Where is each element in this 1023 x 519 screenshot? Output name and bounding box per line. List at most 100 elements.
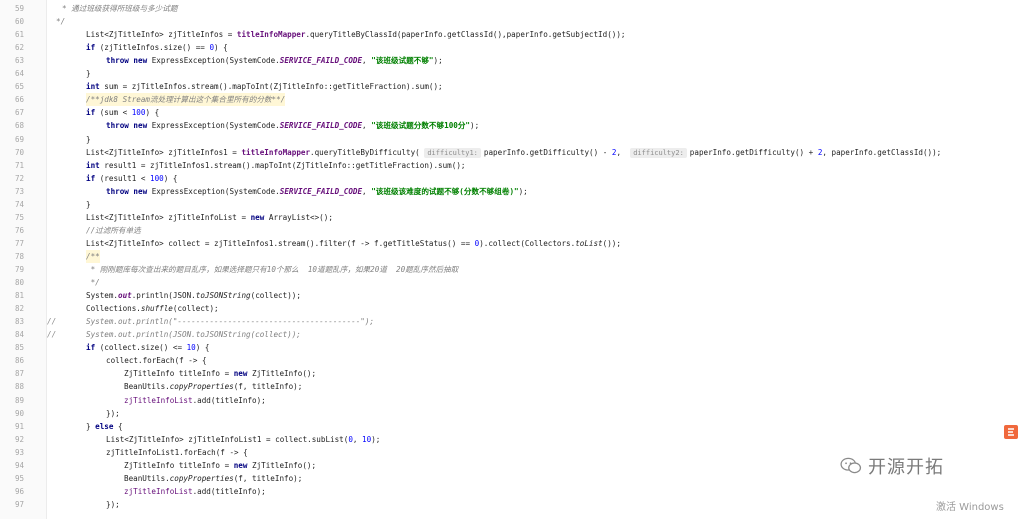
code-text: ZjTitleInfo titleInfo = new ZjTitleInfo(… [124,367,316,380]
code-token: out [118,291,132,301]
code-token: copyProperties [169,382,234,392]
line-number: 80 [14,278,24,288]
code-text: BeanUtils.copyProperties(f, titleInfo); [124,472,302,485]
code-line[interactable]: 89 zjTitleInfoList.add(titleInfo); [0,394,1023,407]
code-line[interactable]: 80 */ [0,276,1023,289]
code-token: ZjTitleInfo titleInfo = [124,369,234,379]
line-number: 81 [14,291,24,301]
code-line[interactable]: 85 if (collect.size() <= 10) { [0,341,1023,354]
code-line[interactable]: 87 ZjTitleInfo titleInfo = new ZjTitleInf… [0,367,1023,380]
code-line[interactable]: 83 // System.out.println("----------------… [0,315,1023,328]
code-token: ); [518,186,528,196]
code-token: }); [106,408,120,418]
code-token: 10 [186,343,196,353]
code-token: ) { [214,43,228,53]
code-token: paperInfo.getDifficulty() + [689,147,818,157]
code-text: Collections.shuffle(collect); [86,302,219,315]
code-line[interactable]: 86 collect.forEach(f -> { [0,354,1023,367]
code-token: * 通过班级获得所班级与多少试题 [62,4,178,13]
code-token: ZjTitleInfo(); [247,369,317,379]
code-text: zjTitleInfoList.add(titleInfo); [124,485,266,498]
code-token: new [233,369,248,379]
code-line[interactable]: 64} [0,67,1023,80]
code-token: { [113,421,123,431]
code-line[interactable]: 81 System.out.println(JSON.toJSONString(c… [0,289,1023,302]
code-text: int sum = zjTitleInfos.stream().mapToInt… [86,80,443,93]
code-text: System.out.println(JSON.toJSONString(col… [86,328,301,341]
code-token: */ [56,17,66,27]
line-number: 59 [14,4,24,13]
code-token: /** [86,251,100,261]
code-line[interactable]: 97}); [0,498,1023,511]
code-line[interactable]: 92 List<ZjTitleInfo> zjTitleInfoList1 = c… [0,433,1023,446]
code-token: result1 = zjTitleInfos1.stream().mapToIn… [99,160,466,170]
code-line[interactable]: 72 if (result1 < 100) { [0,172,1023,185]
code-token: collect.forEach(f -> { [106,356,207,366]
code-line[interactable]: 60 */ [0,15,1023,28]
line-number: 64 [14,69,24,79]
code-token: BeanUtils. [124,473,170,483]
code-text: } [86,67,91,80]
code-line[interactable]: 75 List<ZjTitleInfo> zjTitleInfoList = ne… [0,211,1023,224]
code-text: List<ZjTitleInfo> collect = zjTitleInfos… [86,237,621,250]
line-number: 70 [14,147,24,157]
line-number: 73 [14,186,24,196]
code-text: System.out.println(JSON.toJSONString(col… [86,289,301,302]
code-token: new [233,460,248,470]
code-line[interactable]: 63 throw new ExpressException(SystemCode.… [0,54,1023,67]
code-line[interactable]: 91} else { [0,420,1023,433]
line-number: 96 [14,486,24,496]
code-editor[interactable]: 59 * 通过班级获得所班级与多少试题 60 */ 61 List<ZjTitleInfo… [0,0,1023,519]
code-line[interactable]: 68 throw new ExpressException(SystemCode.… [0,119,1023,132]
line-number: 84 [14,330,24,340]
code-line[interactable]: 73 throw new ExpressException(SystemCode.… [0,185,1023,198]
code-token: paperInfo.getDifficulty() - [483,147,612,157]
code-token: ).collect(Collectors. [479,238,576,248]
line-number: 86 [14,356,24,366]
line-number: 95 [14,473,24,483]
code-line[interactable]: 90}); [0,407,1023,420]
code-token: (f, titleInfo); [233,473,303,483]
code-line[interactable]: 59 * 通过班级获得所班级与多少试题 [0,2,1023,15]
code-token: ) { [195,343,210,353]
code-token: , [362,186,372,196]
code-line[interactable]: 67 if (sum < 100) { [0,106,1023,119]
code-line[interactable]: 77 List<ZjTitleInfo> collect = zjTitleInf… [0,237,1023,250]
code-line[interactable]: 78 /** [0,249,1023,263]
code-line[interactable]: 65 int sum = zjTitleInfos.stream().mapToI… [0,80,1023,93]
code-line[interactable]: 70 List<ZjTitleInfo> zjTitleInfos1 = titl… [0,146,1023,159]
line-number: 60 [14,17,24,27]
code-line[interactable]: 88 BeanUtils.copyProperties(f, titleInfo)… [0,380,1023,393]
code-token: (result1 < [95,173,151,183]
code-line[interactable]: 61 List<ZjTitleInfo> zjTitleInfos = title… [0,28,1023,41]
line-number: 61 [14,30,24,40]
parameter-hint: difficulty2: [630,147,687,158]
code-line[interactable]: 96 zjTitleInfoList.add(titleInfo); [0,485,1023,498]
code-token: titleInfoMapper [236,30,306,40]
code-line[interactable]: 62 if (zjTitleInfos.size() == 0) { [0,41,1023,54]
code-token: ); [470,121,480,131]
line-number: 88 [14,382,24,392]
code-line[interactable]: 84 // System.out.println(JSON.toJSONString… [0,328,1023,341]
code-text: } [86,133,91,146]
code-token: SERVICE_FAILD_CODE [279,186,363,196]
code-line[interactable]: 69} [0,133,1023,146]
code-line[interactable]: 66 /**jdk8 Stream流处理计算出这个集合里所有的分数**/ [0,93,1023,107]
code-text: * 刚刚题库每次查出来的题目乱序，如果选择题只有10个那么 10道题乱序，如果2… [86,263,459,276]
code-text: List<ZjTitleInfo> zjTitleInfoList = new … [86,211,333,224]
code-token: if [86,343,96,353]
code-line[interactable]: 76 //过滤所有单选 [0,224,1023,237]
code-token: Collections. [86,304,141,314]
csdn-badge-icon[interactable] [1004,424,1018,439]
code-text: */ [56,15,65,28]
code-line[interactable]: 74} [0,198,1023,211]
code-line[interactable]: 79 * 刚刚题库每次查出来的题目乱序，如果选择题只有10个那么 10道题乱序，… [0,263,1023,276]
line-number: 65 [14,82,24,92]
code-text: throw new ExpressException(SystemCode.SE… [106,185,528,198]
line-number: 78 [14,251,24,261]
code-line[interactable]: 71 int result1 = zjTitleInfos1.stream().m… [0,159,1023,172]
code-token: (collect)); [250,291,301,301]
code-line[interactable]: 82 Collections.shuffle(collect); [0,302,1023,315]
line-number: 66 [14,95,24,105]
code-token: List<ZjTitleInfo> zjTitleInfos1 = [86,147,242,157]
